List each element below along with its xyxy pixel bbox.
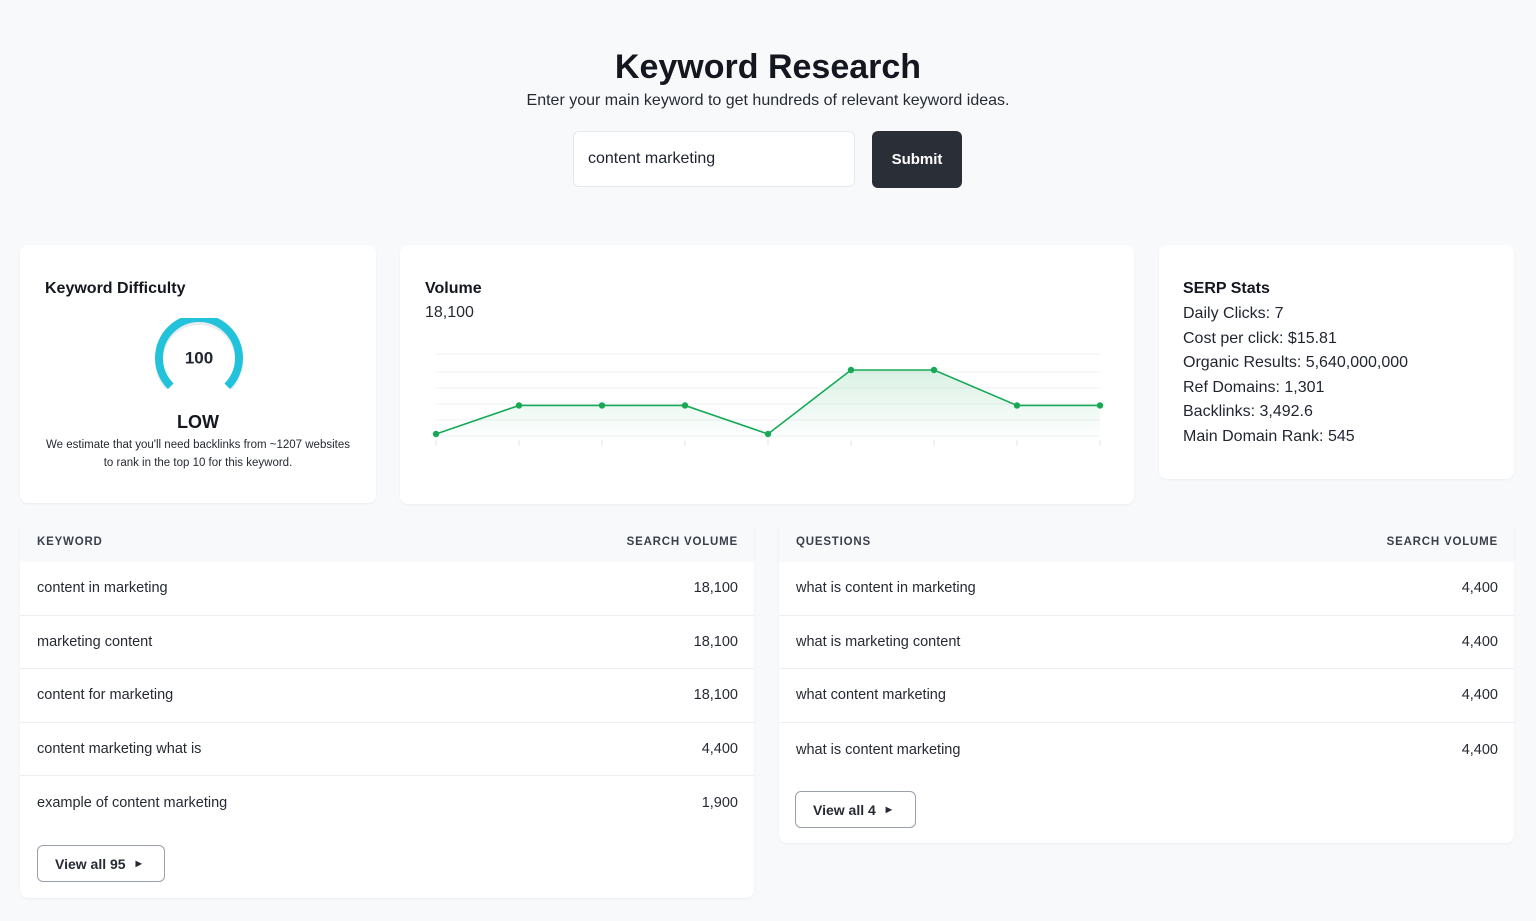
serp-stat-organic-results: Organic Results: 5,640,000,000 <box>1183 354 1409 371</box>
volume-cell: 4,400 <box>1461 741 1498 758</box>
chart-data-point[interactable] <box>515 402 523 409</box>
volume-cell: 4,400 <box>701 741 738 758</box>
column-header-keyword: KEYWORD <box>37 536 103 548</box>
difficulty-gauge: 100 <box>155 318 243 390</box>
table-row[interactable]: what is marketing content 4,400 <box>779 615 1514 670</box>
keywords-table-header: KEYWORD SEARCH VOLUME <box>20 522 754 562</box>
volume-value: 18,100 <box>425 304 474 321</box>
chart-data-point[interactable] <box>681 402 689 409</box>
chart-data-point[interactable] <box>1096 402 1104 409</box>
keyword-cell: content for marketing <box>37 687 174 704</box>
serp-stat-daily-clicks: Daily Clicks: 7 <box>1183 305 1284 322</box>
column-header-search-volume: SEARCH VOLUME <box>626 536 738 548</box>
table-row[interactable]: what is content marketing 4,400 <box>779 722 1514 777</box>
caret-right-icon: ▶ <box>135 859 142 868</box>
keyword-cell: content in marketing <box>37 580 168 597</box>
caret-right-icon: ▶ <box>885 805 892 814</box>
serp-stat-ref-domains: Ref Domains: 1,301 <box>1183 378 1325 396</box>
page-title: Keyword Research <box>614 48 922 86</box>
chart-data-point[interactable] <box>764 430 772 438</box>
volume-cell: 4,400 <box>1461 633 1498 650</box>
serp-stats-card: SERP Stats Daily Clicks: 7 Cost per clic… <box>1159 245 1514 479</box>
table-row[interactable]: content for marketing 18,100 <box>20 669 754 723</box>
serp-stats-list: Daily Clicks: 7 Cost per click: $15.81 O… <box>1183 302 1408 449</box>
volume-cell: 18,100 <box>693 633 738 650</box>
keyword-cell: marketing content <box>37 633 153 650</box>
view-all-questions-label: View all 4 <box>813 801 876 818</box>
chart-data-point[interactable] <box>930 366 938 374</box>
chart-data-point[interactable] <box>598 402 606 409</box>
column-header-search-volume: SEARCH VOLUME <box>1386 536 1498 548</box>
keyword-difficulty-title: Keyword Difficulty <box>45 280 186 297</box>
serp-stats-title: SERP Stats <box>1183 280 1270 297</box>
keyword-cell: content marketing what is <box>37 741 202 758</box>
volume-cell: 1,900 <box>701 795 738 812</box>
chart-data-point[interactable] <box>1013 402 1021 409</box>
keyword-cell: example of content marketing <box>37 795 228 812</box>
table-row[interactable]: content in marketing 18,100 <box>20 562 754 616</box>
difficulty-score: 100 <box>185 349 213 368</box>
chart-data-point[interactable] <box>847 366 855 374</box>
table-row[interactable]: content marketing what is 4,400 <box>20 722 754 777</box>
column-header-questions: QUESTIONS <box>796 536 871 548</box>
questions-table: QUESTIONS SEARCH VOLUME what is content … <box>779 522 1514 843</box>
page-subtitle: Enter your main keyword to get hundreds … <box>526 92 1010 109</box>
difficulty-description: We estimate that you'll need backlinks f… <box>45 439 350 469</box>
serp-stat-main-domain-rank: Main Domain Rank: 545 <box>1183 427 1355 445</box>
volume-title: Volume <box>425 280 482 297</box>
question-cell: what content marketing <box>796 687 946 704</box>
table-row[interactable]: what is content in marketing 4,400 <box>779 562 1514 616</box>
question-cell: what is content marketing <box>796 741 961 758</box>
volume-cell: 18,100 <box>693 687 738 704</box>
view-all-questions-button[interactable]: View all 4 ▶ <box>795 791 916 828</box>
volume-cell: 4,400 <box>1461 580 1498 597</box>
chart-data-point[interactable] <box>432 430 440 438</box>
submit-button[interactable]: Submit <box>872 131 962 188</box>
volume-cell: 18,100 <box>693 580 738 597</box>
difficulty-level: LOW <box>177 412 219 432</box>
view-all-keywords-button[interactable]: View all 95 ▶ <box>37 845 165 882</box>
view-all-keywords-label: View all 95 <box>55 855 126 872</box>
volume-line-chart <box>432 353 1104 446</box>
question-cell: what is content in marketing <box>796 580 976 597</box>
table-row[interactable]: marketing content 18,100 <box>20 615 754 670</box>
keyword-search-input[interactable] <box>573 131 855 187</box>
questions-table-header: QUESTIONS SEARCH VOLUME <box>779 522 1514 562</box>
serp-stat-backlinks: Backlinks: 3,492.6 <box>1183 403 1313 420</box>
question-cell: what is marketing content <box>796 633 961 650</box>
table-row[interactable]: what content marketing 4,400 <box>779 669 1514 723</box>
volume-cell: 4,400 <box>1461 687 1498 704</box>
keywords-table: KEYWORD SEARCH VOLUME content in marketi… <box>20 522 754 898</box>
serp-stat-cost-per-click: Cost per click: $15.81 <box>1183 329 1337 347</box>
table-row[interactable]: example of content marketing 1,900 <box>20 776 754 830</box>
